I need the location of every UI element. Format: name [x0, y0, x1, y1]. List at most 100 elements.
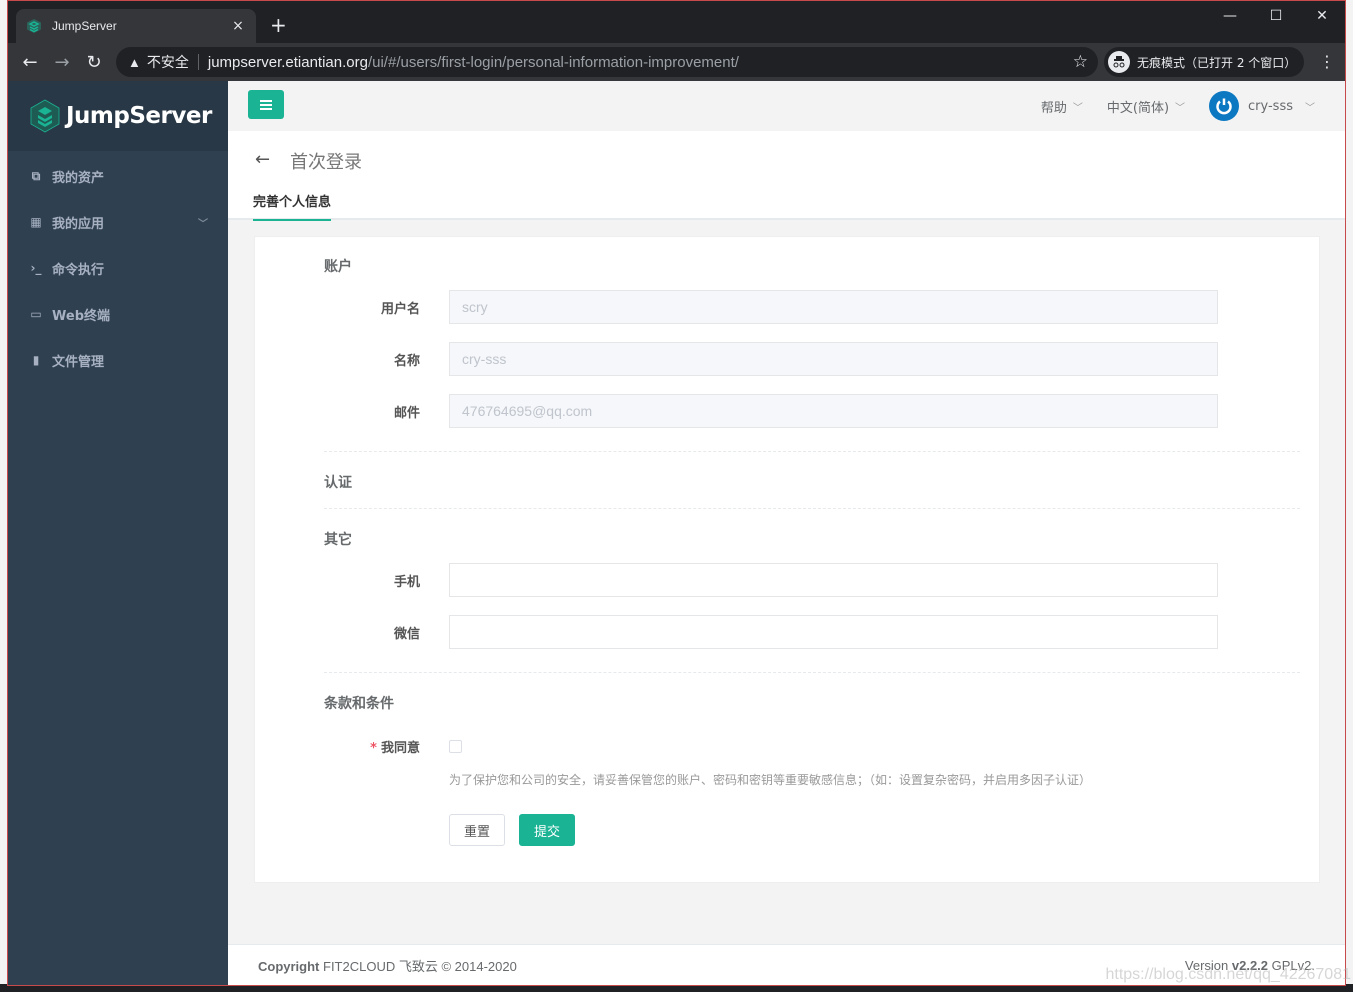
page-title: 首次登录 [290, 152, 362, 173]
new-tab-button[interactable]: + [270, 15, 287, 35]
divider [324, 672, 1300, 673]
email-row: 邮件 476764695@qq.com [324, 394, 1218, 428]
phone-label: 手机 [393, 574, 420, 590]
terminal-icon: ›_ [30, 261, 42, 275]
incognito-label: 无痕模式（已打开 2 个窗口） [1137, 55, 1297, 70]
language-label: 中文(简体) [1106, 100, 1170, 116]
tab-close-icon[interactable]: × [230, 18, 246, 34]
sidebar-item-my-assets[interactable]: ⧉ 我的资产 [8, 153, 228, 199]
agree-checkbox[interactable] [449, 740, 462, 753]
sidebar: JumpServer ⧉ 我的资产 ▦ 我的应用 ﹀ ›_ 命令执行 ▭ Web… [8, 81, 228, 985]
reload-icon: ↻ [86, 51, 102, 73]
chevron-down-icon: ﹀ [1072, 102, 1083, 114]
email-input[interactable]: 476764695@qq.com [449, 394, 1218, 428]
url-host: jumpserver.etiantian.org [207, 53, 368, 71]
hamburger-icon [260, 99, 272, 110]
chevron-down-icon: ﹀ [1305, 102, 1315, 114]
arrow-right-icon: → [54, 51, 70, 73]
jumpserver-logo-icon [30, 99, 60, 133]
divider [324, 451, 1300, 452]
brand-name: JumpServer [66, 103, 212, 129]
name-input[interactable]: cry-sss [449, 342, 1218, 376]
browser-window: JumpServer × + — ☐ ✕ ← → ↻ ▲ 不安全 jumpser… [7, 0, 1346, 986]
sidebar-item-web-terminal[interactable]: ▭ Web终端 [8, 291, 228, 337]
sidebar-item-my-apps[interactable]: ▦ 我的应用 ﹀ [8, 199, 228, 245]
sidebar-item-label: 我的应用 [52, 216, 105, 232]
jumpserver-favicon-icon [27, 19, 41, 33]
agree-label: 我同意 [380, 740, 420, 756]
personal-info-form: 账户 用户名 scry 名称 cry-sss 邮件 476764695@qq.c… [254, 236, 1320, 883]
arrow-left-icon: ← [22, 51, 38, 73]
desktop-background-right [1346, 0, 1353, 992]
file-icon: ▮ [32, 353, 40, 367]
copyright-text: FIT2CLOUD 飞致云 © 2014-2020 [319, 959, 517, 974]
help-dropdown[interactable]: 帮助 ﹀ [1041, 97, 1083, 116]
submit-button[interactable]: 提交 [519, 814, 575, 846]
browser-tab[interactable]: JumpServer × [16, 9, 256, 43]
tab-title: JumpServer [52, 19, 117, 33]
forward-button[interactable]: → [46, 46, 78, 78]
warning-icon: ▲ [128, 54, 141, 70]
separator [197, 54, 199, 70]
section-account: 账户 [324, 259, 352, 275]
divider [324, 508, 1300, 509]
toggle-sidebar-button[interactable] [248, 90, 284, 119]
power-icon [1216, 98, 1232, 115]
username-label: cry-sss [1248, 98, 1293, 114]
watermark: https://blog.csdn.net/qq_42267081 [1105, 966, 1351, 983]
reset-button[interactable]: 重置 [449, 814, 505, 846]
wechat-input[interactable] [449, 615, 1218, 649]
user-dropdown[interactable]: cry-sss ﹀ [1209, 91, 1315, 121]
browser-toolbar: ← → ↻ ▲ 不安全 jumpserver.etiantian.org /ui… [8, 43, 1345, 81]
copyright: Copyright FIT2CLOUD 飞致云 © 2014-2020 [258, 956, 517, 975]
sidebar-item-command-exec[interactable]: ›_ 命令执行 [8, 245, 228, 291]
username-label: 用户名 [380, 301, 420, 317]
close-window-button[interactable]: ✕ [1299, 1, 1345, 31]
tab-strip: JumpServer × + — ☐ ✕ [8, 1, 1345, 43]
reload-button[interactable]: ↻ [78, 46, 110, 78]
page-header: ← 首次登录 完善个人信息 [228, 131, 1345, 221]
apps-grid-icon: ▦ [30, 215, 42, 229]
name-row: 名称 cry-sss [324, 342, 1218, 376]
copyright-bold: Copyright [258, 959, 320, 974]
section-auth: 认证 [324, 475, 352, 491]
minimize-button[interactable]: — [1207, 1, 1253, 31]
sidebar-item-label: Web终端 [52, 308, 110, 324]
jumpserver-app: JumpServer ⧉ 我的资产 ▦ 我的应用 ﹀ ›_ 命令执行 ▭ Web… [8, 81, 1345, 985]
phone-input[interactable] [449, 563, 1218, 597]
top-navbar: 帮助 ﹀ 中文(简体) ﹀ cry-sss ﹀ [228, 81, 1345, 131]
back-button[interactable]: ← [14, 46, 46, 78]
browser-menu-icon[interactable]: ⋮ [1319, 54, 1335, 70]
maximize-button[interactable]: ☐ [1253, 1, 1299, 31]
chevron-down-icon: ﹀ [1175, 102, 1186, 114]
wechat-row: 微信 [324, 615, 1218, 649]
username-input[interactable]: scry [449, 290, 1218, 324]
back-arrow-icon[interactable]: ← [255, 149, 270, 170]
sidebar-item-label: 命令执行 [52, 262, 105, 278]
incognito-indicator[interactable]: 无痕模式（已打开 2 个窗口） [1104, 47, 1304, 77]
window-icon: ▭ [30, 307, 42, 321]
section-other: 其它 [324, 532, 352, 548]
agree-label-wrap: * 我同意 [324, 737, 420, 756]
avatar [1209, 91, 1240, 121]
security-hint: 为了保护您和公司的安全，请妥善保管您的账户、密码和密钥等重要敏感信息；（如：设置… [449, 773, 1092, 787]
chevron-down-icon: ﹀ [198, 218, 208, 230]
window-controls: — ☐ ✕ [1207, 1, 1345, 31]
address-bar[interactable]: ▲ 不安全 jumpserver.etiantian.org /ui/#/use… [116, 47, 1098, 77]
sidebar-item-label: 文件管理 [52, 354, 105, 370]
logo[interactable]: JumpServer [8, 81, 228, 151]
required-mark: * [370, 740, 377, 756]
email-label: 邮件 [393, 405, 420, 421]
section-terms: 条款和条件 [324, 696, 394, 712]
username-row: 用户名 scry [324, 290, 1218, 324]
tab-personal-info[interactable]: 完善个人信息 [253, 191, 332, 221]
assets-icon: ⧉ [31, 168, 41, 183]
incognito-icon [1108, 51, 1130, 73]
topnav-actions: 帮助 ﹀ 中文(简体) ﹀ cry-sss ﹀ [1017, 81, 1315, 131]
sidebar-item-file-manager[interactable]: ▮ 文件管理 [8, 337, 228, 383]
phone-row: 手机 [324, 563, 1218, 597]
insecure-label: 不安全 [146, 54, 189, 70]
url-path: /ui/#/users/first-login/personal-informa… [367, 53, 739, 71]
bookmark-star-icon[interactable]: ☆ [1073, 52, 1088, 72]
language-dropdown[interactable]: 中文(简体) ﹀ [1107, 97, 1185, 116]
